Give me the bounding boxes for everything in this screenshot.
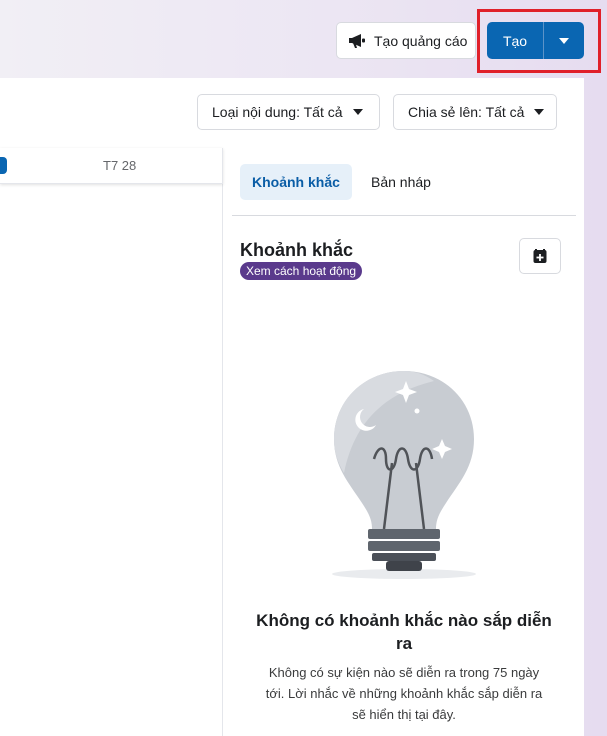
- lightbulb-icon: [332, 371, 476, 579]
- moments-pane: Khoảnh khắc Bản nháp Khoảnh khắc Xem các…: [232, 148, 576, 736]
- moments-title: Khoảnh khắc: [240, 240, 354, 260]
- caret-down-icon: [534, 109, 545, 115]
- content-type-filter[interactable]: Loại nội dung: Tất cả: [197, 94, 380, 130]
- calendar-day-label[interactable]: T7 28: [103, 158, 136, 173]
- add-moment-button[interactable]: [519, 238, 561, 274]
- create-button-group: Tạo: [487, 22, 584, 59]
- caret-down-icon: [352, 109, 363, 115]
- content-type-filter-label: Loại nội dung: Tất cả: [212, 104, 343, 120]
- top-bar: Tạo quảng cáo Tạo: [0, 0, 607, 78]
- create-button[interactable]: Tạo: [487, 22, 543, 59]
- empty-state-description: Không có sự kiện nào sẽ diễn ra trong 75…: [265, 665, 543, 722]
- caret-down-icon: [559, 37, 569, 44]
- create-dropdown-button[interactable]: [544, 22, 584, 59]
- empty-state-title: Không có khoảnh khắc nào sắp diễn ra: [256, 611, 552, 653]
- calendar-event-pill[interactable]: [0, 157, 7, 174]
- create-ad-label: Tạo quảng cáo: [374, 32, 468, 49]
- tab-drafts[interactable]: Bản nháp: [359, 164, 443, 200]
- content-panel: Loại nội dung: Tất cả Chia sẻ lên: Tất c…: [0, 78, 584, 736]
- tab-moments[interactable]: Khoảnh khắc: [240, 164, 352, 200]
- add-calendar-icon: [533, 249, 547, 263]
- tabs-divider: [232, 215, 576, 216]
- how-it-works-link[interactable]: Xem cách hoạt động: [240, 262, 363, 280]
- create-ad-button[interactable]: Tạo quảng cáo: [336, 22, 476, 59]
- megaphone-icon: [349, 33, 365, 48]
- calendar-week-strip: T7 28: [0, 148, 223, 184]
- calendar-pane: T7 28: [0, 148, 223, 736]
- share-to-filter-label: Chia sẻ lên: Tất cả: [408, 104, 525, 120]
- share-to-filter[interactable]: Chia sẻ lên: Tất cả: [393, 94, 557, 130]
